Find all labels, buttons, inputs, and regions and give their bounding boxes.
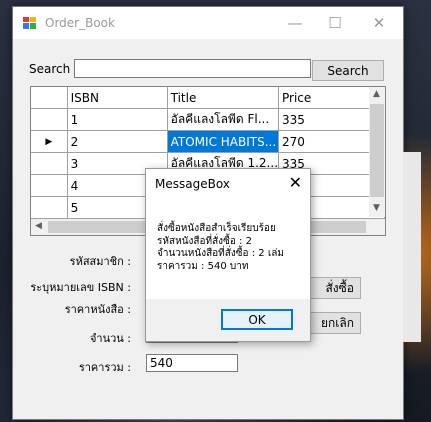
- title-bar[interactable]: Order_Book — ☐ ✕: [13, 7, 403, 39]
- row-header[interactable]: [31, 174, 68, 197]
- cell-title[interactable]: อัลคีแลงโลพีด Fl...: [167, 108, 280, 131]
- search-label: Search: [29, 62, 71, 76]
- quantity-label: จำนวน :: [89, 332, 131, 345]
- vertical-scrollbar[interactable]: ▲ ▼: [369, 87, 385, 217]
- minimize-button[interactable]: —: [275, 7, 315, 39]
- cancel-button[interactable]: ยกเลิก: [303, 312, 361, 334]
- column-header-isbn[interactable]: ISBN: [67, 87, 168, 109]
- member-id-label: รหัสสมาชิก :: [69, 255, 131, 268]
- message-line: สั่งซื้อหนังสือสำเร็จเรียบร้อย: [157, 223, 276, 234]
- total-price-field[interactable]: 540: [146, 354, 238, 372]
- row-header[interactable]: [31, 108, 68, 131]
- search-button[interactable]: Search: [312, 60, 384, 81]
- grid-corner-cell: [31, 87, 68, 109]
- book-price-label: ราคาหนังสือ :: [64, 303, 131, 316]
- vertical-scroll-thumb[interactable]: [370, 104, 384, 197]
- cell-isbn[interactable]: 1: [67, 108, 168, 131]
- search-input[interactable]: [74, 59, 311, 78]
- cell-title[interactable]: ATOMIC HABITS...: [167, 130, 280, 153]
- message-text: สั่งซื้อหนังสือสำเร็จเรียบร้อย รหัสหนังส…: [157, 223, 304, 273]
- window-title: Order_Book: [45, 16, 115, 30]
- message-box-footer: OK: [146, 299, 310, 341]
- background-window-edge: [403, 152, 421, 342]
- message-line: รหัสหนังสือที่สั่งซื้อ : 2: [157, 235, 252, 247]
- column-header-title[interactable]: Title: [167, 87, 280, 109]
- message-box-dialog: MessageBox ✕ สั่งซื้อหนังสือสำเร็จเรียบร…: [145, 168, 311, 342]
- app-icon: [23, 17, 36, 29]
- row-header[interactable]: [31, 152, 68, 175]
- scroll-up-icon[interactable]: ▲: [373, 89, 380, 99]
- message-line: จำนวนหนังสือที่สั่งซื้อ : 2 เล่ม: [157, 248, 284, 259]
- message-box-title: MessageBox: [155, 177, 230, 191]
- grid-header-row: ISBN Title Price: [31, 87, 385, 109]
- table-row-selected[interactable]: ▶ 2 ATOMIC HABITS... 270: [31, 130, 385, 153]
- order-button[interactable]: สั่งซื้อ: [303, 277, 361, 299]
- isbn-label: ระบุหมายเลข ISBN :: [30, 281, 131, 294]
- close-button[interactable]: ✕: [359, 7, 399, 39]
- current-row-marker[interactable]: ▶: [31, 130, 68, 153]
- cell-isbn[interactable]: 2: [67, 130, 168, 153]
- close-icon[interactable]: ✕: [289, 173, 302, 192]
- row-header[interactable]: [31, 196, 68, 219]
- ok-button[interactable]: OK: [221, 309, 293, 330]
- scroll-down-icon[interactable]: ▼: [373, 203, 380, 213]
- table-row[interactable]: 1 อัลคีแลงโลพีด Fl... 335: [31, 108, 385, 131]
- message-line: ราคารวม : 540 บาท: [157, 260, 249, 272]
- maximize-button[interactable]: ☐: [315, 7, 355, 39]
- scroll-left-icon[interactable]: ◀: [35, 221, 42, 231]
- total-price-label: ราคารวม :: [78, 361, 131, 374]
